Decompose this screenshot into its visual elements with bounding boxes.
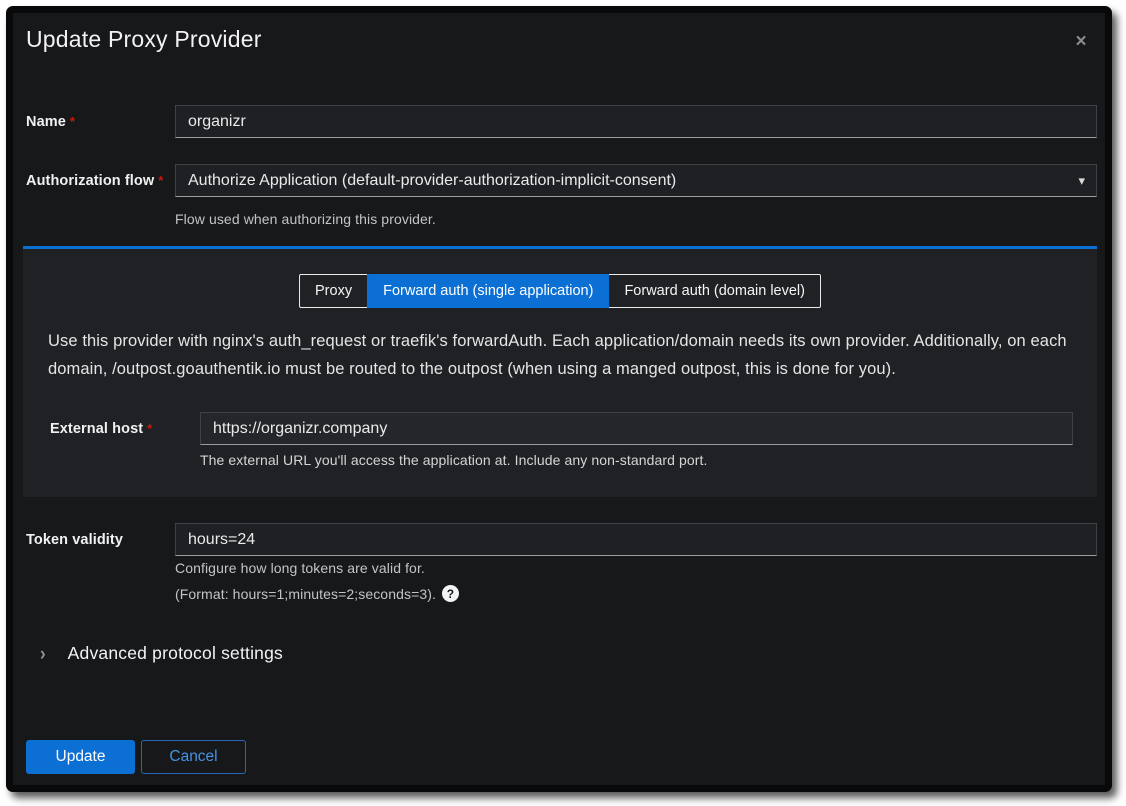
- authorization-flow-select[interactable]: Authorize Application (default-provider-…: [175, 164, 1097, 197]
- required-asterisk: *: [158, 173, 163, 188]
- required-asterisk: *: [70, 114, 75, 129]
- chevron-down-icon: ▾: [1078, 173, 1085, 189]
- cancel-button[interactable]: Cancel: [141, 740, 246, 774]
- update-proxy-provider-modal: Update Proxy Provider × Name* Authorizat…: [6, 6, 1112, 792]
- token-validity-help-line1: Configure how long tokens are valid for.: [175, 560, 425, 576]
- chevron-right-icon: ›: [40, 642, 46, 665]
- question-circle-icon[interactable]: ?: [442, 585, 459, 602]
- page-title: Update Proxy Provider: [26, 26, 262, 53]
- toggle-forward-auth-single[interactable]: Forward auth (single application): [367, 274, 609, 308]
- proxy-mode-panel: Proxy Forward auth (single application) …: [23, 246, 1097, 497]
- name-label: Name*: [26, 114, 175, 130]
- token-validity-row: Token validity: [26, 523, 1097, 556]
- required-asterisk: *: [147, 421, 152, 436]
- external-host-label: External host*: [50, 421, 200, 437]
- toggle-forward-auth-domain[interactable]: Forward auth (domain level): [609, 274, 821, 308]
- authorization-flow-row: Authorization flow* Authorize Applicatio…: [26, 164, 1097, 197]
- external-host-input[interactable]: [200, 412, 1073, 445]
- external-host-row: External host*: [50, 412, 1073, 445]
- external-host-help: The external URL you'll access the appli…: [200, 452, 708, 468]
- advanced-protocol-settings-label: Advanced protocol settings: [68, 643, 283, 664]
- token-validity-help-line2: (Format: hours=1;minutes=2;seconds=3). ?: [175, 585, 459, 602]
- close-icon[interactable]: ×: [1067, 29, 1095, 55]
- token-validity-label: Token validity: [26, 532, 175, 548]
- toggle-proxy[interactable]: Proxy: [299, 274, 367, 308]
- screen-background: Update Proxy Provider × Name* Authorizat…: [0, 0, 1126, 806]
- mode-description-text: Use this provider with nginx's auth_requ…: [48, 327, 1074, 383]
- token-validity-input[interactable]: [175, 523, 1097, 556]
- name-input[interactable]: [175, 105, 1097, 138]
- update-button[interactable]: Update: [26, 740, 135, 774]
- name-field-row: Name*: [26, 105, 1097, 138]
- proxy-mode-toggle-group: Proxy Forward auth (single application) …: [299, 274, 821, 308]
- advanced-protocol-settings-expander[interactable]: › Advanced protocol settings: [40, 643, 283, 664]
- authorization-flow-help: Flow used when authorizing this provider…: [175, 211, 436, 227]
- authorization-flow-label: Authorization flow*: [26, 173, 175, 189]
- modal-footer: Update Cancel: [26, 740, 246, 774]
